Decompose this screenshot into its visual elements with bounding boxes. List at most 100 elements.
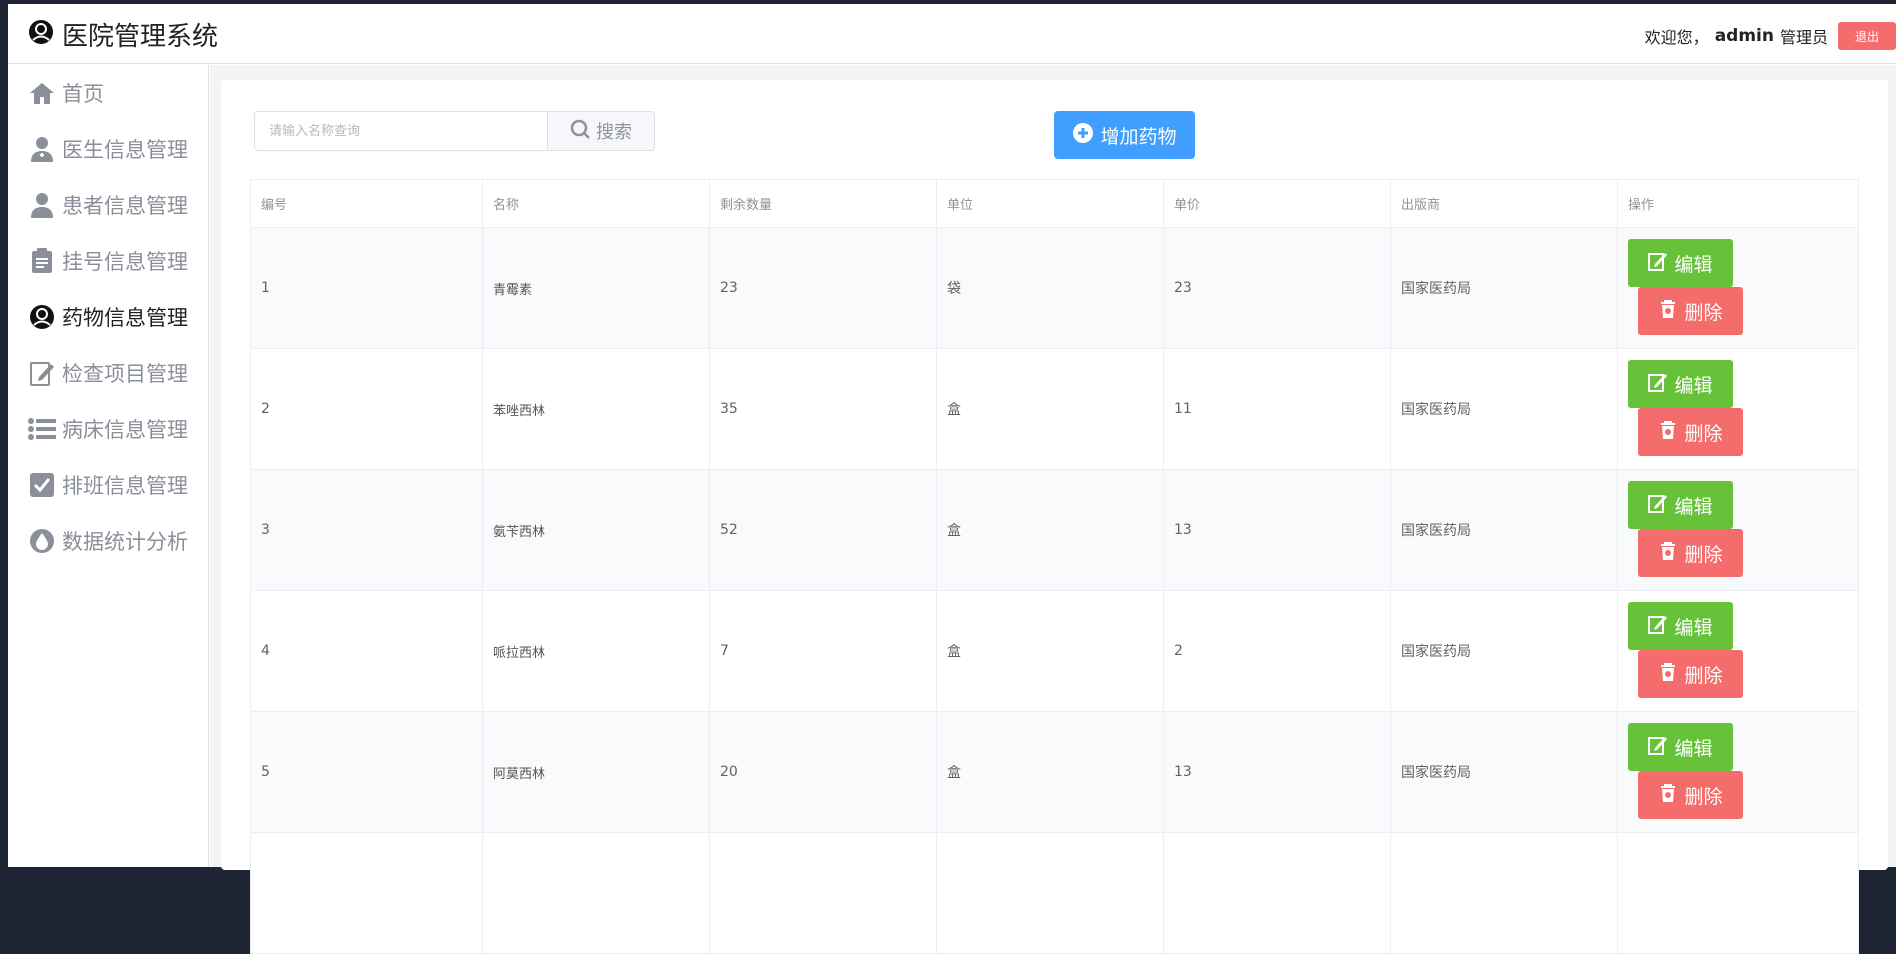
clipboard-icon [28,247,56,275]
cell-name: 哌拉西林 [482,590,710,712]
edit-button[interactable]: 编辑 [1628,481,1733,529]
cell-name [482,832,710,954]
edit-label: 编辑 [1674,374,1713,397]
sidebar-item-beds[interactable]: 病床信息管理 [8,401,208,457]
logout-button[interactable]: 退出 [1838,22,1896,50]
search-button[interactable]: 搜索 [547,111,655,151]
home-icon [28,79,56,107]
cell-actions: 编辑 删除 [1617,711,1859,833]
sidebar-item-stats[interactable]: 数据统计分析 [8,513,208,569]
delete-button[interactable]: 删除 [1638,287,1743,335]
sidebar-item-label: 病床信息管理 [62,418,188,442]
delete-button[interactable]: 删除 [1638,650,1743,698]
delete-label: 删除 [1684,664,1723,687]
sidebar-item-doctors[interactable]: 医生信息管理 [8,121,208,177]
table-row: 3 氨苄西林 52 盒 13 国家医药局 编辑 删除 [250,469,1859,591]
cell-name: 阿莫西林 [482,711,710,833]
header-unit: 单位 [936,179,1164,228]
search-button-label: 搜索 [596,122,632,143]
header-id: 编号 [250,179,483,228]
delete-label: 删除 [1684,422,1723,445]
trash-icon [1658,420,1678,445]
sidebar-item-label: 首页 [62,82,104,106]
user-name: admin [1714,26,1774,46]
cell-price: 23 [1163,227,1391,349]
edit-icon [1648,251,1668,276]
edit-button[interactable]: 编辑 [1628,360,1733,408]
check-square-icon [28,471,56,499]
edit-button[interactable]: 编辑 [1628,602,1733,650]
header-quantity: 剩余数量 [709,179,937,228]
sidebar-item-label: 患者信息管理 [62,194,188,218]
delete-label: 删除 [1684,301,1723,324]
edit-icon [1648,493,1668,518]
sidebar-item-patients[interactable]: 患者信息管理 [8,177,208,233]
sidebar-item-medicine[interactable]: 药物信息管理 [8,289,208,345]
sidebar-item-exams[interactable]: 检查项目管理 [8,345,208,401]
cell-quantity: 23 [709,227,937,349]
cell-quantity: 20 [709,711,937,833]
edit-label: 编辑 [1674,253,1713,276]
sidebar-item-label: 排班信息管理 [62,474,188,498]
table-row: 1 青霉素 23 袋 23 国家医药局 编辑 删除 [250,227,1859,349]
cell-id: 3 [250,469,483,591]
patient-icon [28,191,56,219]
delete-button[interactable]: 删除 [1638,529,1743,577]
cell-publisher: 国家医药局 [1390,348,1618,470]
cell-unit [936,832,1164,954]
cell-id: 4 [250,590,483,712]
list-icon [28,415,56,443]
cell-unit: 盒 [936,711,1164,833]
cell-price: 13 [1163,469,1391,591]
edit-button[interactable]: 编辑 [1628,723,1733,771]
plus-circle-icon [1072,122,1094,149]
table-header-row: 编号 名称 剩余数量 单位 单价 出版商 操作 [250,179,1859,228]
edit-icon [1648,372,1668,397]
welcome-text: 欢迎您， [1644,28,1709,47]
cell-id: 1 [250,227,483,349]
delete-button[interactable]: 删除 [1638,408,1743,456]
table-row [250,832,1859,954]
edit-button[interactable]: 编辑 [1628,239,1733,287]
app-title: 医院管理系统 [62,21,219,52]
cell-price [1163,832,1391,954]
sidebar-item-label: 药物信息管理 [62,306,188,330]
sidebar: 首页 医生信息管理 患者信息管理 挂号信息管理 药物信息管理 检查项目管理 病床… [8,65,209,867]
sidebar-item-label: 医生信息管理 [62,138,188,162]
cell-publisher: 国家医药局 [1390,227,1618,349]
doctor-icon [28,135,56,163]
header-publisher: 出版商 [1390,179,1618,228]
cell-actions: 编辑 删除 [1617,590,1859,712]
cell-actions: 编辑 删除 [1617,227,1859,349]
cell-quantity [709,832,937,954]
table-row: 5 阿莫西林 20 盒 13 国家医药局 编辑 删除 [250,711,1859,833]
delete-button[interactable]: 删除 [1638,771,1743,819]
trash-icon [1658,541,1678,566]
sidebar-item-schedule[interactable]: 排班信息管理 [8,457,208,513]
edit-label: 编辑 [1674,737,1713,760]
add-medicine-button[interactable]: 增加药物 [1054,111,1195,159]
header-price: 单价 [1163,179,1391,228]
sidebar-item-label: 挂号信息管理 [62,250,188,274]
header-actions: 操作 [1617,179,1859,228]
search-icon [570,119,590,144]
search-input[interactable] [254,111,547,151]
cell-actions: 编辑 删除 [1617,469,1859,591]
cell-unit: 袋 [936,227,1164,349]
cell-unit: 盒 [936,469,1164,591]
trash-icon [1658,299,1678,324]
cell-price: 11 [1163,348,1391,470]
logo-icon [28,19,54,49]
delete-label: 删除 [1684,543,1723,566]
cell-publisher: 国家医药局 [1390,711,1618,833]
cell-id: 2 [250,348,483,470]
table-row: 2 苯唑西林 35 盒 11 国家医药局 编辑 删除 [250,348,1859,470]
add-button-label: 增加药物 [1100,125,1177,148]
sidebar-item-registration[interactable]: 挂号信息管理 [8,233,208,289]
sidebar-item-home[interactable]: 首页 [8,65,208,121]
edit-label: 编辑 [1674,495,1713,518]
delete-label: 删除 [1684,785,1723,808]
cell-actions: 编辑 删除 [1617,348,1859,470]
table-row: 4 哌拉西林 7 盒 2 国家医药局 编辑 删除 [250,590,1859,712]
cell-publisher: 国家医药局 [1390,469,1618,591]
